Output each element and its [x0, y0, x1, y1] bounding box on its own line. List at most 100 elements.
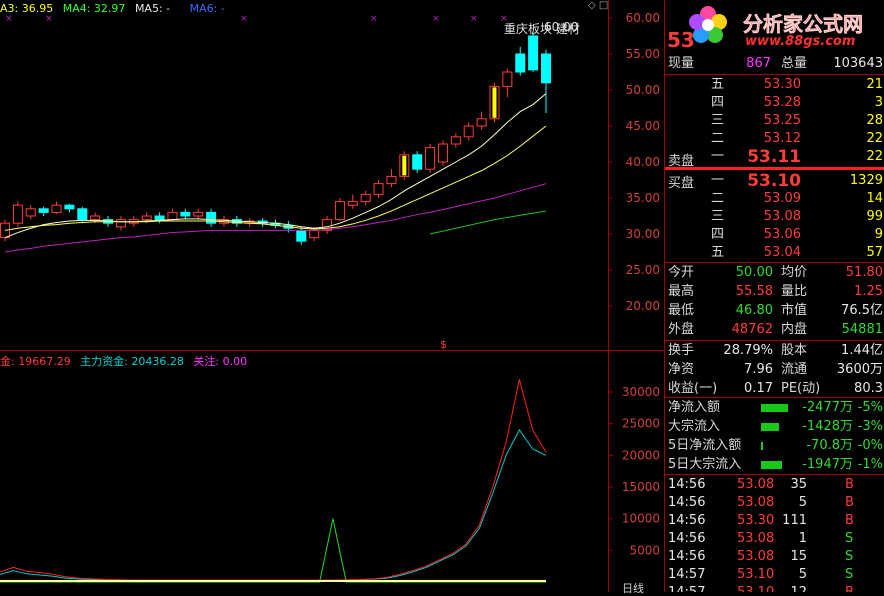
price-tick-label: 35.00 [626, 191, 660, 205]
price-tick-label: 40.00 [626, 155, 660, 169]
candle-body [360, 193, 371, 203]
ask-row: 三 53.25 28 [665, 112, 884, 130]
flow-tick-label: 20000 [622, 448, 660, 462]
stat2-value: 0.17 [744, 381, 773, 396]
flow-value: -2477万 [802, 400, 853, 415]
candle-body [373, 183, 384, 195]
bid-volume: 1329 [849, 173, 883, 188]
tick-price: 53.30 [737, 513, 775, 528]
flow-bar [761, 442, 763, 450]
tick-row: 14:56 53.08 15 S [665, 548, 884, 566]
candle-body [502, 71, 513, 87]
candle-body [463, 125, 474, 138]
flow-pct: -3% [857, 419, 883, 434]
stat-row: 最低 46.80 市值 76.5亿 [665, 302, 884, 320]
ask-level: 四 [711, 95, 725, 110]
chart-area[interactable]: 60.00 55.00 50.00 45.00 40.00 35.00 30.00 25.00… [0, 0, 664, 595]
flow-pct: -1% [857, 457, 883, 472]
flow-bar [761, 461, 782, 469]
flow-label: 大宗流入 [668, 419, 721, 434]
tick-volume: 5 [798, 495, 807, 510]
stat-value: 76.5亿 [841, 303, 883, 318]
indicator-a3: A3: 36.95 [0, 2, 54, 15]
stat2-value: 28.79% [723, 343, 773, 358]
ask-volume: 3 [874, 95, 883, 110]
tick-volume: 1 [798, 531, 807, 546]
stat2-row: 换手 28.79% 股本 1.44亿 [665, 342, 884, 360]
flow-row: 净流入额 -2477万 -5% [665, 399, 884, 417]
stat-label: 市值 [781, 303, 808, 318]
tick-time: 14:56 [668, 549, 706, 564]
stat-label: 今开 [668, 265, 695, 280]
stat-row: 今开 50.00 均价 51.80 [665, 264, 884, 282]
indicator-ma4: MA4: 32.97 [62, 2, 126, 15]
ask-price: 53.30 [763, 77, 801, 92]
flow-label: 5日净流入额 [668, 438, 742, 453]
flow-label: 净流入额 [668, 400, 721, 415]
price-tick-label: 50.00 [626, 83, 660, 97]
indicator-ma5: MA5: - [134, 2, 171, 15]
stat-value: 51.80 [845, 265, 883, 280]
tick-side: S [845, 531, 854, 546]
tick-volume: 15 [790, 549, 807, 564]
price-tick-label: 45.00 [626, 119, 660, 133]
bid-volume: 9 [874, 227, 883, 242]
tick-time: 14:56 [668, 531, 706, 546]
bid-row: 二 53.09 14 [665, 190, 884, 208]
stat2-label: 净资 [668, 362, 695, 377]
stat-value: 55.58 [735, 284, 773, 299]
zongliang-label: 总量 [781, 56, 808, 71]
stat2-value: 80.3 [854, 381, 883, 396]
tick-side: B [845, 477, 854, 492]
stat-label: 最低 [668, 303, 695, 318]
bid-volume: 99 [866, 209, 883, 224]
price-tick-label: 55.00 [626, 47, 660, 61]
ma-green-line [429, 210, 547, 235]
candle-body [347, 201, 358, 206]
candle-body [541, 53, 551, 84]
candle-body [450, 136, 461, 145]
bid-price: 53.06 [763, 227, 801, 242]
period-label[interactable]: 日线 [622, 580, 644, 596]
candle-body [180, 211, 191, 217]
flow-value: -1947万 [802, 457, 853, 472]
header: 53 分析家公式网 www.88gs.com [665, 0, 884, 54]
volume-row: 现量 867 总量 103643 [665, 55, 884, 73]
window-controls[interactable]: ◇ □ [588, 0, 608, 11]
bid-price: 53.10 [747, 171, 801, 191]
tick-side: B [845, 495, 854, 510]
ask-price: 53.28 [763, 95, 801, 110]
bid-row: 三 53.08 99 [665, 208, 884, 226]
candle-body [437, 143, 448, 163]
stat-value: 46.80 [735, 303, 773, 318]
flow-value: -1428万 [802, 419, 853, 434]
stat-label: 内盘 [781, 322, 808, 337]
bid-level: 四 [711, 227, 725, 242]
tick-row: 14:57 53.10 12 B [665, 584, 884, 592]
bid-level: 二 [711, 191, 725, 206]
flow-row: 5日净流入额 -70.8万 -0% [665, 437, 884, 455]
ask-level: 一 [711, 149, 725, 164]
candle-highlight [492, 87, 497, 118]
tick-price: 53.10 [737, 567, 775, 582]
stat2-value: 1.44亿 [841, 343, 883, 358]
ask-level: 三 [711, 113, 725, 128]
tick-side: B [845, 584, 854, 592]
tick-price: 53.08 [737, 477, 775, 492]
event-marker: × [5, 14, 13, 24]
candle-body [51, 204, 62, 213]
stat2-value: 7.96 [744, 362, 773, 377]
tick-time: 14:56 [668, 495, 706, 510]
bid-level: 三 [711, 209, 725, 224]
stat2-label: 收益(一) [668, 381, 718, 396]
stat-label: 最高 [668, 284, 695, 299]
price-chart[interactable]: 60.00 55.00 50.00 45.00 40.00 35.00 30.00 25.00… [0, 0, 664, 592]
price-tick-label: 20.00 [626, 299, 660, 313]
indicator-focus: 关注: 0.00 [193, 355, 248, 368]
candle-body [141, 215, 152, 221]
flow-tick-label: 15000 [622, 480, 660, 494]
xianliang-label: 现量 [668, 56, 695, 71]
zongliang-value: 103643 [833, 56, 883, 71]
flow-green-line [0, 518, 546, 583]
candle-body [334, 201, 345, 221]
